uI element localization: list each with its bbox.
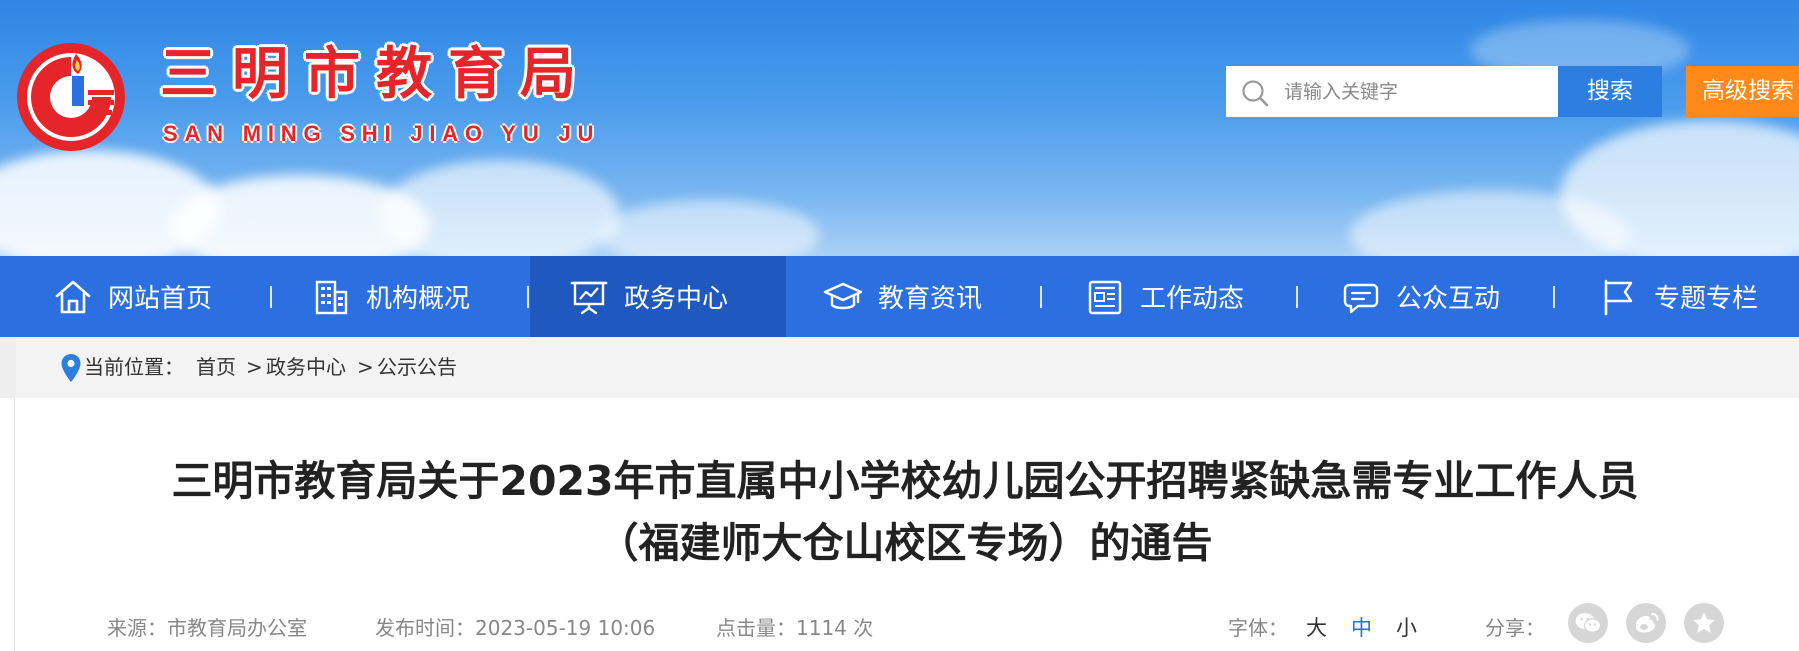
breadcrumb-prefix: 当前位置：	[84, 355, 184, 379]
nav-label: 教育资讯	[878, 284, 983, 314]
source-value: 市教育局办公室	[167, 616, 307, 640]
building-icon	[315, 280, 348, 314]
nav-item-special-topics[interactable]: 专题专栏	[1598, 256, 1758, 337]
nav-label: 公众互动	[1396, 284, 1501, 314]
site-header: 三明市教育局 SAN MING SHI JIAO YU JU	[0, 0, 1799, 256]
nav-label: 专题专栏	[1654, 284, 1759, 314]
nav-label: 网站首页	[108, 284, 213, 314]
home-icon	[55, 280, 91, 313]
breadcrumb: 当前位置： 首页 > 政务中心 > 公示公告	[16, 337, 1799, 398]
site-title[interactable]: 三明市教育局	[160, 40, 592, 110]
weibo-icon[interactable]	[1626, 603, 1666, 643]
breadcrumb-item-home[interactable]: 首页	[196, 337, 236, 398]
graduation-cap-icon	[823, 282, 863, 309]
search-input[interactable]	[1284, 66, 1554, 117]
location-pin-icon	[61, 354, 81, 382]
news-document-icon	[1088, 280, 1122, 314]
nav-item-education-news[interactable]: 教育资讯	[822, 256, 982, 337]
breadcrumb-item-announcements[interactable]: 公示公告	[377, 337, 457, 398]
nav-item-government-center[interactable]: 政务中心	[530, 256, 786, 337]
wechat-icon[interactable]	[1568, 603, 1608, 643]
search-icon	[1242, 80, 1269, 107]
nav-divider	[1040, 286, 1042, 308]
nav-item-work-updates[interactable]: 工作动态	[1084, 256, 1244, 337]
source-label: 来源：	[107, 616, 167, 640]
nav-label: 政务中心	[624, 284, 729, 314]
search-button[interactable]: 搜索	[1558, 66, 1662, 117]
nav-item-organization[interactable]: 机构概况	[310, 256, 470, 337]
font-size-small-button[interactable]: 小	[1396, 614, 1417, 642]
click-count-value: 1114 次	[796, 616, 874, 640]
click-count-label: 点击量：	[716, 616, 796, 640]
main-nav: 网站首页 机构概况 政务中心 教育资讯 工作动态 公众互动 专题专栏	[0, 256, 1799, 337]
share-label: 分享：	[1485, 616, 1545, 640]
font-size-large-button[interactable]: 大	[1306, 614, 1327, 642]
advanced-search-button[interactable]: 高级搜索	[1686, 66, 1799, 117]
article-source: 来源：市教育局办公室	[107, 614, 307, 642]
article-publish-time: 发布时间：2023-05-19 10:06	[375, 614, 655, 642]
chat-bubble-icon	[1343, 283, 1379, 313]
publish-time-value: 2023-05-19 10:06	[475, 616, 656, 640]
breadcrumb-separator: >	[246, 355, 263, 379]
breadcrumb-item-government-center[interactable]: 政务中心	[266, 337, 346, 398]
flag-icon	[1604, 279, 1633, 315]
article-title-line-2: （福建师大仓山校区专场）的通告	[597, 519, 1213, 567]
article-title-line-1: 三明市教育局关于2023年市直属中小学校幼儿园公开招聘紧缺急需专业工作人员	[171, 457, 1639, 505]
cloud-decoration	[600, 200, 820, 256]
nav-label: 机构概况	[366, 284, 471, 314]
star-icon[interactable]	[1684, 603, 1724, 643]
nav-divider	[1553, 286, 1555, 308]
cloud-decoration	[380, 160, 620, 256]
bureau-logo[interactable]	[14, 40, 128, 154]
nav-divider	[270, 286, 272, 308]
nav-divider	[1296, 286, 1298, 308]
breadcrumb-separator: >	[357, 355, 374, 379]
publish-time-label: 发布时间：	[375, 616, 475, 640]
article-click-count: 点击量：1114 次	[716, 614, 873, 642]
font-size-medium-button[interactable]: 中	[1351, 614, 1372, 642]
nav-item-home[interactable]: 网站首页	[52, 256, 212, 337]
content-border	[14, 398, 15, 651]
presentation-board-icon	[570, 281, 608, 314]
breadcrumb-bar: 当前位置： 首页 > 政务中心 > 公示公告	[0, 337, 1799, 398]
nav-item-public-interaction[interactable]: 公众互动	[1340, 256, 1500, 337]
nav-label: 工作动态	[1140, 284, 1245, 314]
article-title: 三明市教育局关于2023年市直属中小学校幼儿园公开招聘紧缺急需专业工作人员 （福…	[100, 450, 1710, 574]
cloud-decoration	[1560, 120, 1799, 256]
font-size-label: 字体：	[1228, 616, 1288, 640]
site-pinyin: SAN MING SHI JIAO YU JU	[163, 121, 601, 146]
search-box	[1226, 66, 1558, 117]
nav-divider	[527, 286, 529, 308]
